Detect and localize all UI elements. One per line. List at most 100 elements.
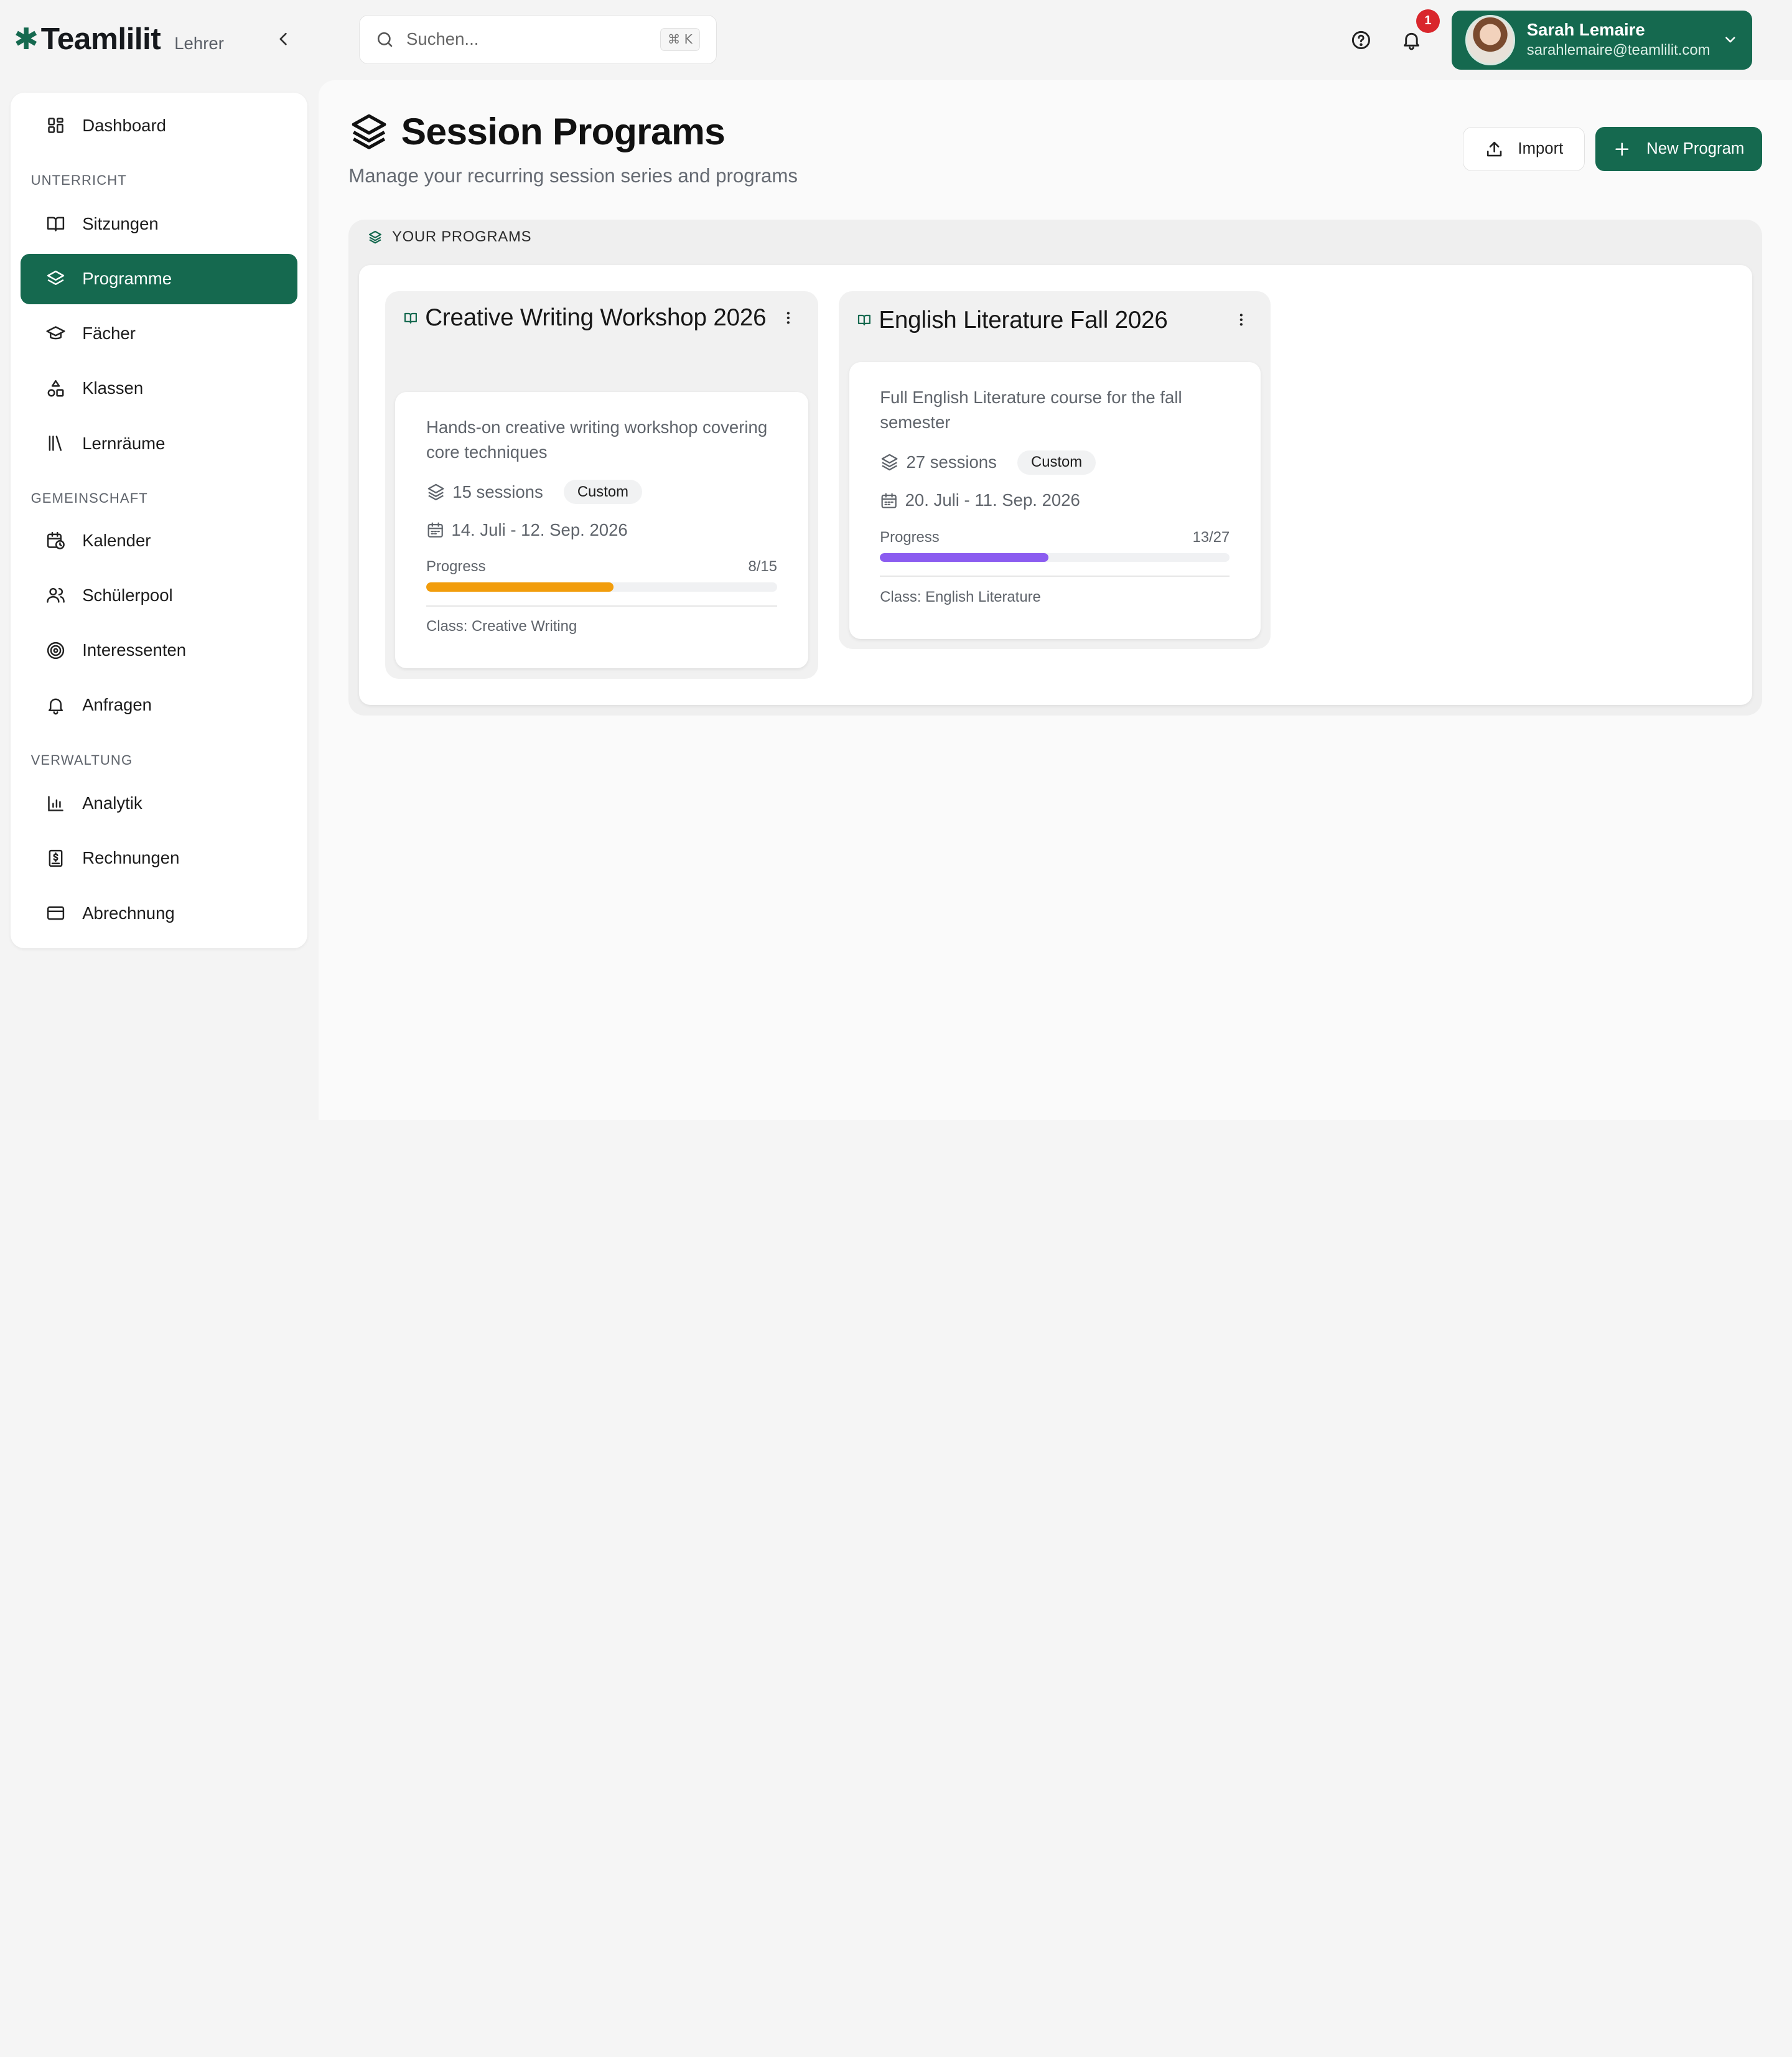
layers-icon: [427, 483, 444, 501]
sidebar: Dashboard UNTERRICHT Sitzungen Programme…: [10, 92, 308, 949]
program-class: Class: Creative Writing: [426, 618, 577, 635]
plus-icon: [1615, 142, 1629, 156]
sidebar-item-klassen[interactable]: Klassen: [21, 363, 297, 414]
sidebar-item-label: Abrechnung: [82, 903, 175, 923]
sidebar-item-label: Lernräume: [82, 433, 166, 453]
search-input[interactable]: [406, 29, 649, 50]
page-title-text: Session Programs: [401, 110, 726, 153]
new-program-button[interactable]: New Program: [1595, 126, 1763, 172]
program-date-range: 14. Juli - 12. Sep. 2026: [451, 520, 628, 540]
sidebar-item-label: Sitzungen: [82, 213, 159, 233]
calendar-clock-icon: [47, 532, 65, 550]
bell-icon: [49, 698, 63, 715]
sidebar-item-label: Kalender: [82, 530, 151, 550]
progress-bar-fill: [426, 582, 614, 592]
program-card[interactable]: Creative Writing Workshop 2026 Hands-on …: [385, 291, 819, 679]
program-type-tag: Custom: [563, 480, 643, 505]
sidebar-item-label: Anfragen: [82, 695, 152, 715]
sidebar-item-lernraeume[interactable]: Lernräume: [21, 418, 297, 469]
sidebar-item-programme[interactable]: Programme: [21, 253, 297, 304]
sidebar-item-label: Fächer: [82, 324, 136, 343]
user-email: sarahlemaire@teamlilit.com: [1526, 42, 1710, 59]
library-icon: [49, 436, 62, 451]
progress-label: Progress: [880, 528, 940, 546]
sidebar-item-label: Rechnungen: [82, 848, 180, 868]
book-open-icon: [47, 217, 65, 232]
program-menu-button[interactable]: [1230, 309, 1253, 332]
program-sessions-count: 27 sessions: [906, 452, 997, 472]
layers-icon: [47, 270, 65, 285]
upload-icon: [1487, 141, 1502, 157]
sidebar-item-label: Interessenten: [82, 640, 187, 660]
target-icon: [47, 641, 65, 659]
program-dates: 14. Juli - 12. Sep. 2026: [426, 520, 777, 540]
page-header: Session Programs Manage your recurring s…: [348, 110, 798, 187]
search-box[interactable]: ⌘ K: [358, 14, 717, 64]
sidebar-item-faecher[interactable]: Fächer: [21, 309, 297, 359]
more-vertical-icon: [787, 311, 790, 324]
programs-panel: YOUR PROGRAMS Creative Writing Workshop …: [348, 219, 1763, 716]
program-card-body: Full English Literature course for the f…: [849, 362, 1261, 639]
bar-chart-icon: [48, 795, 64, 811]
role-label: Lehrer: [174, 34, 224, 54]
divider: [426, 605, 777, 607]
sidebar-item-abrechnung[interactable]: Abrechnung: [21, 888, 297, 938]
new-program-button-label: New Program: [1646, 140, 1745, 158]
user-name: Sarah Lemaire: [1526, 20, 1645, 40]
page-title: Session Programs: [348, 110, 798, 153]
progress-bar: [880, 553, 1230, 562]
program-title: English Literature Fall 2026: [879, 306, 1168, 334]
sidebar-item-anfragen[interactable]: Anfragen: [21, 680, 297, 730]
calendar-icon: [881, 493, 897, 508]
sidebar-item-analytik[interactable]: Analytik: [21, 778, 297, 829]
sidebar-item-schuelerpool[interactable]: Schülerpool: [21, 571, 297, 621]
section-label-unterricht: UNTERRICHT: [30, 172, 127, 189]
sidebar-item-label: Schülerpool: [82, 585, 173, 605]
sidebar-item-kalender[interactable]: Kalender: [21, 515, 297, 566]
dashboard-grid-icon: [48, 118, 64, 134]
panel-title: YOUR PROGRAMS: [391, 228, 532, 246]
program-sessions-count: 15 sessions: [452, 482, 543, 501]
bell-icon: [1403, 32, 1419, 50]
program-menu-button[interactable]: [777, 306, 800, 329]
program-sessions: 15 sessions Custom: [426, 480, 777, 505]
brand-name: Teamlilit: [40, 21, 161, 57]
layers-icon: [881, 454, 898, 471]
program-description: Full English Literature course for the f…: [880, 387, 1182, 432]
help-button[interactable]: [1347, 26, 1374, 54]
brand[interactable]: ✱ Teamlilit Lehrer: [14, 21, 224, 58]
sidebar-item-dashboard[interactable]: Dashboard: [21, 101, 297, 151]
program-dates: 20. Juli - 11. Sep. 2026: [880, 490, 1230, 510]
main-content: Session Programs Manage your recurring s…: [319, 80, 1792, 1120]
sidebar-item-interessenten[interactable]: Interessenten: [21, 625, 297, 676]
progress-label: Progress: [426, 558, 486, 576]
chevron-left-icon: [279, 32, 287, 45]
sidebar-item-label: Programme: [82, 269, 172, 289]
search-shortcut-hint: ⌘ K: [660, 27, 700, 51]
sidebar-item-rechnungen[interactable]: Rechnungen: [21, 833, 297, 884]
collapse-sidebar-button[interactable]: [269, 25, 297, 52]
programs-grid: Creative Writing Workshop 2026 Hands-on …: [358, 265, 1752, 706]
credit-card-icon: [47, 906, 65, 920]
user-menu-button[interactable]: Sarah Lemaire sarahlemaire@teamlilit.com: [1451, 10, 1752, 70]
sidebar-item-label: Klassen: [82, 378, 144, 398]
progress-row: Progress 13/27: [880, 529, 1230, 546]
sidebar-item-sitzungen[interactable]: Sitzungen: [21, 199, 297, 250]
progress-count: 13/27: [1192, 528, 1230, 546]
divider: [880, 576, 1230, 577]
progress-count: 8/15: [748, 558, 777, 576]
program-card[interactable]: English Literature Fall 2026 Full Englis…: [839, 291, 1271, 650]
shapes-icon: [48, 380, 64, 397]
progress-bar: [426, 582, 777, 592]
brand-logo-icon: ✱: [14, 23, 39, 57]
book-open-icon: [404, 312, 418, 324]
section-label-gemeinschaft: GEMEINSCHAFT: [30, 490, 148, 506]
import-button-label: Import: [1518, 140, 1564, 158]
progress-bar-fill: [880, 553, 1048, 562]
import-button[interactable]: Import: [1462, 126, 1585, 172]
program-type-tag: Custom: [1017, 450, 1096, 475]
help-circle-icon: [1351, 30, 1371, 49]
program-class: Class: English Literature: [880, 588, 1041, 605]
panel-header: YOUR PROGRAMS: [368, 228, 531, 246]
graduation-cap-icon: [46, 326, 65, 340]
